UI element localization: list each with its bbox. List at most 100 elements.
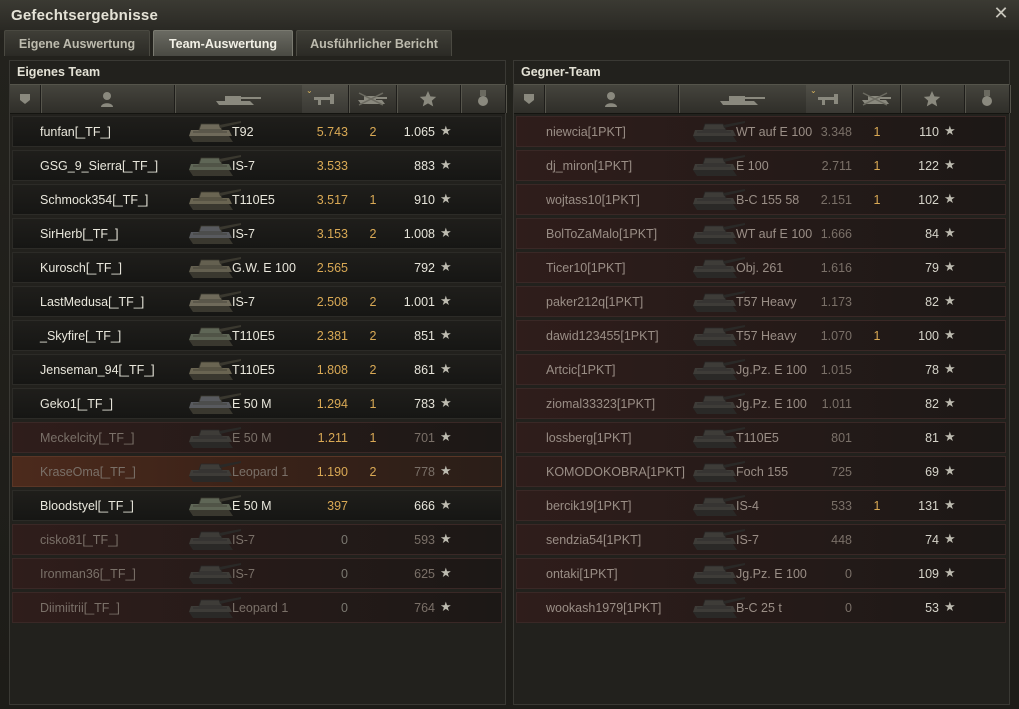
- own-header-xp-star[interactable]: [396, 85, 461, 113]
- player-name: Geko1[_TF_]: [40, 397, 113, 411]
- player-name: Ironman36[_TF_]: [40, 567, 136, 581]
- enemy-header-player[interactable]: [544, 85, 679, 113]
- enemy-player-row[interactable]: niewcia[1PKT] WT auf E 100 3.348 1 110 ★: [516, 116, 1006, 147]
- xp-value: 53: [925, 601, 939, 615]
- xp-star-icon: ★: [440, 191, 452, 206]
- xp-value: 84: [925, 227, 939, 241]
- xp-value: 1.008: [403, 227, 435, 241]
- damage-value: 397: [327, 499, 348, 513]
- damage-value: 725: [831, 465, 852, 479]
- own-header-damage[interactable]: ⌄: [302, 85, 349, 113]
- damage-value: 1.015: [820, 363, 852, 377]
- enemy-header-damage[interactable]: ⌄: [806, 85, 853, 113]
- enemy-player-row[interactable]: KOMODOKOBRA[1PKT] Foch 155 725 69 ★: [516, 456, 1006, 487]
- own-player-row[interactable]: funfan[_TF_] T92 5.743 2 1.065 ★: [12, 116, 502, 147]
- xp-star-icon: ★: [944, 361, 956, 376]
- xp-star-icon: ★: [440, 497, 452, 512]
- kills-value: 2: [369, 465, 377, 479]
- xp-value: 74: [925, 533, 939, 547]
- own-player-row[interactable]: KraseOma[_TF_] Leopard 1 1.190 2 778 ★: [12, 456, 502, 487]
- player-name: ziomal33323[1PKT]: [546, 397, 656, 411]
- tab-ausfuehrlicher-bericht[interactable]: Ausführlicher Bericht: [296, 30, 452, 56]
- vehicle-name: T92: [232, 125, 254, 139]
- enemy-player-row[interactable]: wookash1979[1PKT] B-C 25 t 0 53 ★: [516, 592, 1006, 623]
- own-header-medal[interactable]: [460, 85, 506, 113]
- xp-value: 1.065: [403, 125, 435, 139]
- damage-value: 3.153: [316, 227, 348, 241]
- vehicle-name: T110E5: [232, 193, 275, 207]
- own-player-row[interactable]: LastMedusa[_TF_] IS-7 2.508 2 1.001 ★: [12, 286, 502, 317]
- own-player-row[interactable]: Bloodstyel[_TF_] E 50 M 397 666 ★: [12, 490, 502, 521]
- player-name: SirHerb[_TF_]: [40, 227, 119, 241]
- enemy-header-tank[interactable]: [678, 85, 807, 113]
- xp-star-icon: ★: [440, 395, 452, 410]
- enemy-player-row[interactable]: sendzia54[1PKT] IS-7 448 74 ★: [516, 524, 1006, 555]
- enemy-header-xp-star[interactable]: [900, 85, 965, 113]
- xp-value: 666: [414, 499, 435, 513]
- kills-value: 2: [369, 295, 377, 309]
- own-player-row[interactable]: Diimiitrii[_TF_] Leopard 1 0 764 ★: [12, 592, 502, 623]
- enemy-player-row[interactable]: Artcic[1PKT] Jg.Pz. E 100 1.015 78 ★: [516, 354, 1006, 385]
- player-name: lossberg[1PKT]: [546, 431, 632, 445]
- xp-star-icon: ★: [440, 225, 452, 240]
- own-player-row[interactable]: Geko1[_TF_] E 50 M 1.294 1 783 ★: [12, 388, 502, 419]
- player-name: niewcia[1PKT]: [546, 125, 626, 139]
- player-name: _Skyfire[_TF_]: [40, 329, 122, 343]
- enemy-team-column-header: ⌄: [514, 84, 1010, 114]
- player-name: funfan[_TF_]: [40, 125, 111, 139]
- own-header-player[interactable]: [40, 85, 175, 113]
- player-name: Artcic[1PKT]: [546, 363, 616, 377]
- enemy-player-row[interactable]: BolToZaMalo[1PKT] WT auf E 100 1.666 84 ★: [516, 218, 1006, 249]
- enemy-player-row[interactable]: dawid123455[1PKT] T57 Heavy 1.070 1 100 ★: [516, 320, 1006, 351]
- xp-star-icon: ★: [944, 327, 956, 342]
- vehicle-name: Foch 155: [736, 465, 789, 479]
- vehicle-name: B-C 155 58: [736, 193, 800, 207]
- enemy-header-platoon[interactable]: [514, 85, 545, 113]
- own-player-row[interactable]: Schmock354[_TF_] T110E5 3.517 1 910 ★: [12, 184, 502, 215]
- vehicle-name: T110E5: [232, 363, 275, 377]
- damage-value: 3.517: [316, 193, 348, 207]
- enemy-player-row[interactable]: paker212q[1PKT] T57 Heavy 1.173 82 ★: [516, 286, 1006, 317]
- xp-star-icon: ★: [944, 123, 956, 138]
- enemy-player-row[interactable]: wojtass10[1PKT] B-C 155 58 2.151 1 102 ★: [516, 184, 1006, 215]
- vehicle-name: E 50 M: [232, 431, 272, 445]
- tab-eigene-auswertung[interactable]: Eigene Auswertung: [4, 30, 150, 56]
- damage-value: 2.565: [316, 261, 348, 275]
- enemy-player-row[interactable]: bercik19[1PKT] IS-4 533 1 131 ★: [516, 490, 1006, 521]
- own-player-row[interactable]: Ironman36[_TF_] IS-7 0 625 ★: [12, 558, 502, 589]
- vehicle-name: G.W. E 100: [232, 261, 296, 275]
- own-player-row[interactable]: _Skyfire[_TF_] T110E5 2.381 2 851 ★: [12, 320, 502, 351]
- own-header-kills[interactable]: [348, 85, 397, 113]
- own-header-tank[interactable]: [174, 85, 303, 113]
- xp-star-icon: ★: [944, 429, 956, 444]
- player-name: Bloodstyel[_TF_]: [40, 499, 134, 513]
- xp-star-icon: ★: [440, 429, 452, 444]
- own-player-row[interactable]: GSG_9_Sierra[_TF_] IS-7 3.533 883 ★: [12, 150, 502, 181]
- tab-team-auswertung[interactable]: Team-Auswertung: [153, 30, 293, 56]
- own-player-row[interactable]: Jenseman_94[_TF_] T110E5 1.808 2 861 ★: [12, 354, 502, 385]
- own-player-row[interactable]: cisko81[_TF_] IS-7 0 593 ★: [12, 524, 502, 555]
- vehicle-name: WT auf E 100: [736, 125, 813, 139]
- own-player-row[interactable]: SirHerb[_TF_] IS-7 3.153 2 1.008 ★: [12, 218, 502, 249]
- player-name: KOMODOKOBRA[1PKT]: [546, 465, 685, 479]
- xp-star-icon: ★: [944, 293, 956, 308]
- player-name: BolToZaMalo[1PKT]: [546, 227, 658, 241]
- own-header-platoon[interactable]: [10, 85, 41, 113]
- xp-star-icon: ★: [944, 599, 956, 614]
- enemy-player-row[interactable]: ziomal33323[1PKT] Jg.Pz. E 100 1.011 82 ★: [516, 388, 1006, 419]
- enemy-player-row[interactable]: ontaki[1PKT] Jg.Pz. E 100 0 109 ★: [516, 558, 1006, 589]
- enemy-header-medal[interactable]: [964, 85, 1010, 113]
- kills-value: 1: [873, 159, 881, 173]
- enemy-header-kills[interactable]: [852, 85, 901, 113]
- vehicle-name: IS-7: [232, 533, 255, 547]
- enemy-player-row[interactable]: lossberg[1PKT] T110E5 801 81 ★: [516, 422, 1006, 453]
- player-name: Kurosch[_TF_]: [40, 261, 122, 275]
- kills-value: 1: [369, 397, 377, 411]
- vehicle-name: IS-7: [232, 159, 255, 173]
- enemy-player-row[interactable]: Ticer10[1PKT] Obj. 261 1.616 79 ★: [516, 252, 1006, 283]
- own-player-row[interactable]: Kurosch[_TF_] G.W. E 100 2.565 792 ★: [12, 252, 502, 283]
- enemy-player-row[interactable]: dj_miron[1PKT] E 100 2.711 1 122 ★: [516, 150, 1006, 181]
- close-icon[interactable]: ✕: [991, 3, 1011, 23]
- enemy-team-title: Gegner-Team: [521, 65, 601, 79]
- own-player-row[interactable]: Meckelcity[_TF_] E 50 M 1.211 1 701 ★: [12, 422, 502, 453]
